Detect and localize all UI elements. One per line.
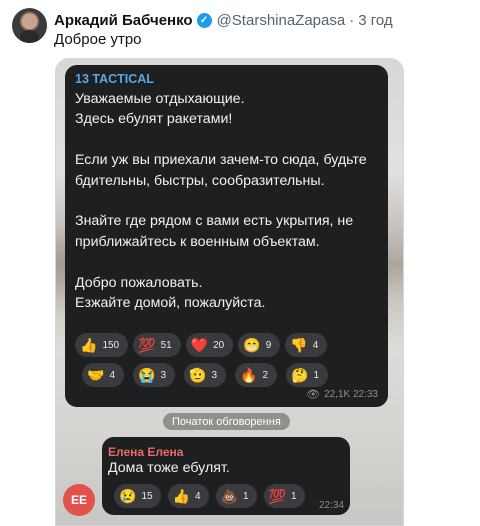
reaction-poop[interactable]: 💩 1 [215, 484, 257, 508]
author-name[interactable]: Аркадий Бабченко [54, 12, 193, 29]
verified-badge-icon: ✓ [196, 12, 212, 28]
channel-name[interactable]: 13 TACTICAL [75, 72, 154, 86]
reaction-count: 20 [213, 339, 225, 351]
author-handle[interactable]: @StarshinaZapasa [217, 12, 346, 29]
thinking-face-icon: 🤔 [291, 367, 309, 383]
reply-bubble: Елена Елена Дома тоже ебулят. 😢 15 👍 4 💩 1 … [102, 437, 350, 515]
reactions-row: 👍 150 💯 51 ❤️ 20 😁 9 👎 4 [75, 333, 328, 357]
views-and-time: 22,1K 22:33 [324, 389, 378, 400]
post-paragraph: Если уж вы приехали зачем-то сюда, будьт… [75, 152, 367, 189]
poop-icon: 💩 [220, 488, 238, 504]
reaction-count: 4 [109, 369, 115, 381]
post-views-time: 👁 22,1K 22:33 [306, 388, 378, 401]
heart-icon: ❤️ [190, 337, 209, 353]
reaction-count: 51 [160, 339, 172, 351]
reaction-count: 1 [291, 490, 297, 502]
thumbs-up-icon: 👍 [80, 337, 98, 353]
reply-text: Дома тоже ебулят. [108, 460, 230, 476]
reaction-sad[interactable]: 😢 15 [114, 484, 161, 508]
hundred-points-icon: 💯 [138, 337, 156, 353]
reaction-salute[interactable]: 🫡 3 [184, 363, 226, 387]
tweet-header: Аркадий Бабченко ✓ @StarshinaZapasa · 3 … [54, 10, 393, 30]
reaction-thumbs-up[interactable]: 👍 150 [75, 333, 129, 357]
reply-reactions-row: 😢 15 👍 4 💩 1 💯 1 [114, 484, 305, 508]
reaction-thinking[interactable]: 🤔 1 [286, 363, 328, 387]
reaction-count: 9 [265, 339, 272, 351]
separator-dot: · [349, 11, 355, 29]
reaction-count: 150 [102, 339, 120, 351]
tweet-media-image[interactable]: 13 TACTICAL Уважаемые отдыхающие. Здесь … [55, 58, 404, 526]
reaction-thumbs-down[interactable]: 👎 4 [285, 333, 328, 357]
reaction-count: 2 [262, 369, 268, 381]
post-paragraph: Добро пожаловать. Езжайте домой, пожалуй… [75, 274, 266, 312]
reaction-count: 1 [313, 369, 319, 381]
discussion-start-label: Початок обговорення [163, 413, 290, 430]
reaction-count: 4 [195, 490, 201, 502]
reaction-crying[interactable]: 😭 3 [133, 363, 175, 387]
reaction-count: 1 [243, 490, 249, 502]
reaction-thumbs-up[interactable]: 👍 4 [167, 484, 209, 508]
reaction-handshake[interactable]: 🤝 4 [82, 363, 124, 387]
reaction-hundred[interactable]: 💯 51 [133, 333, 181, 357]
fire-icon: 🔥 [240, 367, 258, 383]
tweet-text: Доброе утро [54, 31, 142, 48]
reaction-grin[interactable]: 😁 9 [238, 333, 281, 357]
author-avatar[interactable] [12, 8, 47, 43]
reply-avatar[interactable]: ЕЕ [63, 484, 95, 516]
post-text: Уважаемые отдыхающие. Здесь ебулят ракет… [75, 89, 380, 313]
sad-face-icon: 😢 [119, 488, 137, 504]
reaction-count: 4 [312, 339, 319, 351]
channel-post-bubble: 13 TACTICAL Уважаемые отдыхающие. Здесь … [65, 65, 388, 407]
grin-face-icon: 😁 [243, 337, 261, 353]
reply-author[interactable]: Елена Елена [108, 445, 183, 459]
reaction-heart[interactable]: ❤️ 20 [185, 333, 234, 357]
post-paragraph: Уважаемые отдыхающие. Здесь ебулят ракет… [75, 91, 245, 128]
reaction-count: 3 [160, 369, 166, 381]
tweet-timestamp[interactable]: 3 год [358, 12, 392, 29]
reaction-hundred[interactable]: 💯 1 [263, 484, 305, 508]
crying-face-icon: 😭 [138, 367, 156, 383]
eye-icon: 👁 [306, 389, 321, 401]
reaction-count: 15 [141, 490, 153, 502]
handshake-icon: 🤝 [87, 367, 105, 383]
post-paragraph: Знайте где рядом с вами есть укрытия, не… [75, 213, 354, 250]
reactions-row: 🤝 4 😭 3 🫡 3 🔥 2 🤔 1 [82, 363, 328, 387]
thumbs-down-icon: 👎 [290, 337, 308, 353]
reaction-fire[interactable]: 🔥 2 [235, 363, 277, 387]
reaction-count: 3 [211, 369, 217, 381]
thumbs-up-icon: 👍 [172, 488, 190, 504]
reply-timestamp: 22:34 [318, 500, 344, 511]
salute-icon: 🫡 [189, 367, 207, 383]
hundred-points-icon: 💯 [268, 488, 286, 504]
